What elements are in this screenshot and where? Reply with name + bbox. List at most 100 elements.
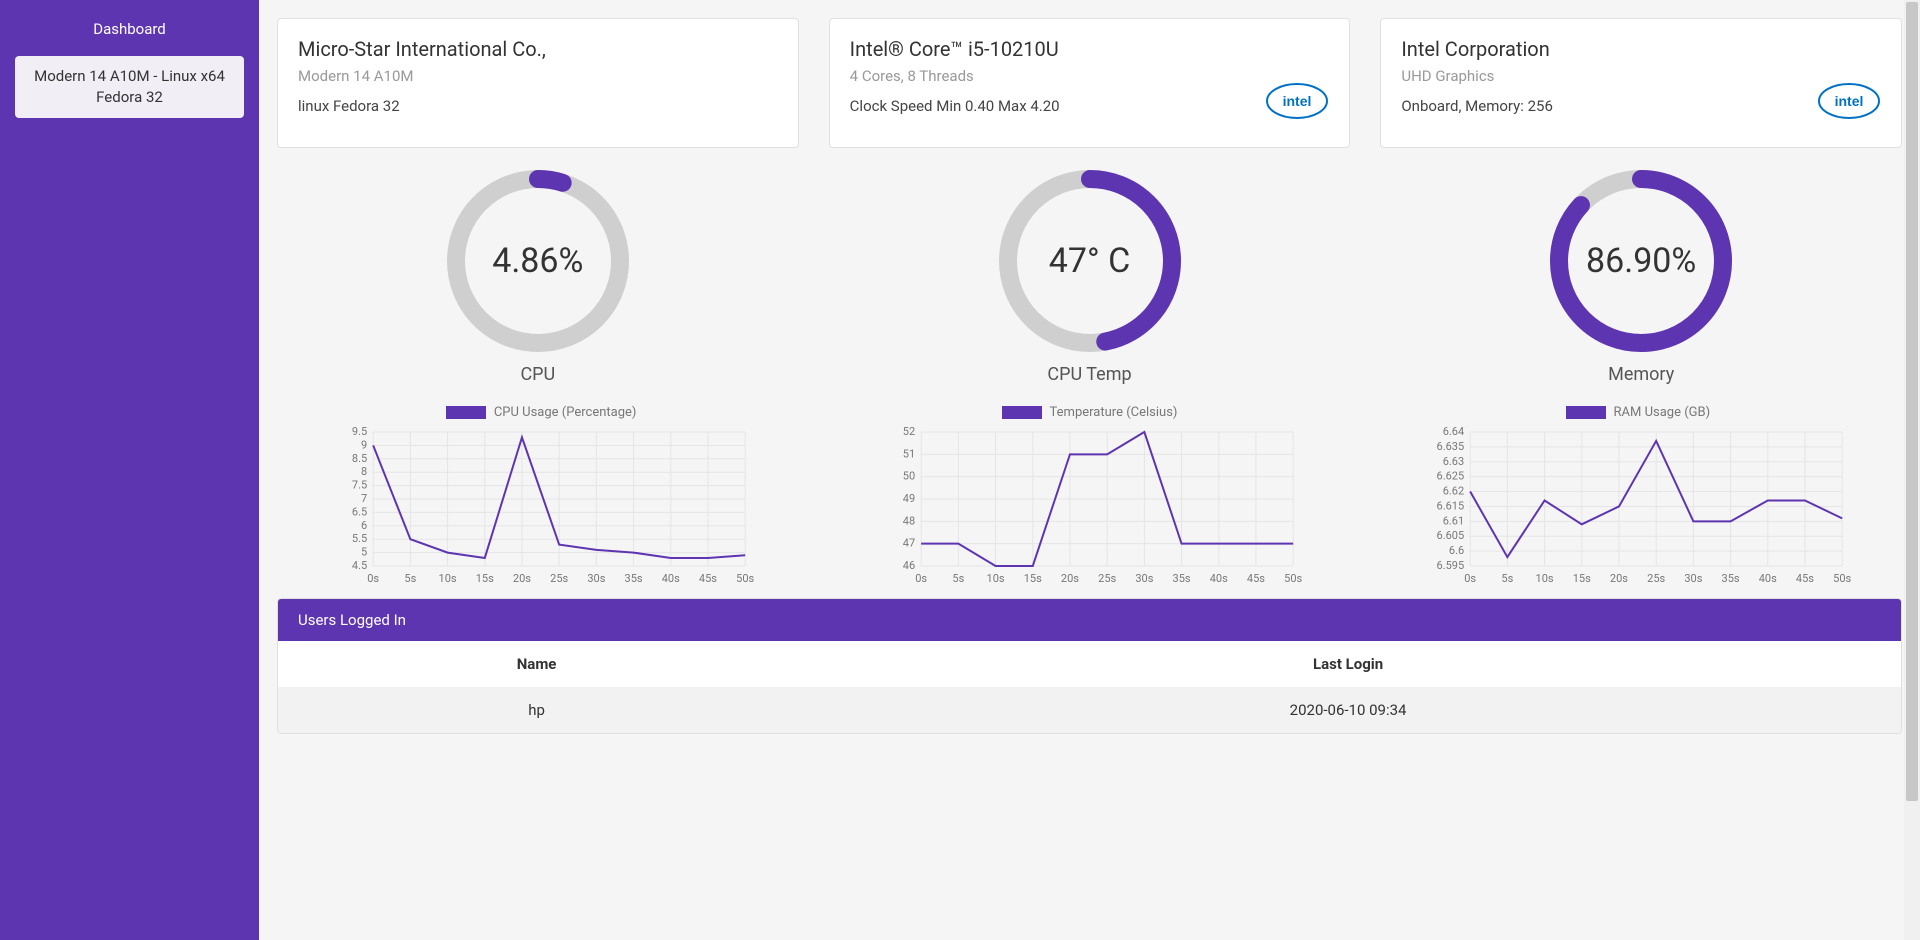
gpu-card-sub: UHD Graphics [1401, 67, 1881, 85]
svg-text:6.595: 6.595 [1436, 559, 1464, 572]
gpu-card-line: Onboard, Memory: 256 [1401, 97, 1881, 115]
svg-text:51: 51 [903, 447, 915, 460]
users-table-header-row: Name Last Login [278, 641, 1901, 687]
svg-text:40s: 40s [1758, 572, 1776, 585]
cpu-usage-legend-label: CPU Usage (Percentage) [494, 405, 637, 420]
scrollbar[interactable] [1904, 0, 1920, 940]
svg-text:40s: 40s [662, 572, 680, 585]
svg-text:25s: 25s [1647, 572, 1665, 585]
cpu-gauge: 4.86% CPU [277, 166, 799, 385]
user-name-cell: hp [278, 687, 795, 733]
legend-color-icon [1566, 406, 1606, 419]
ram-usage-legend: RAM Usage (GB) [1374, 405, 1902, 420]
temperature-legend: Temperature (Celsius) [825, 405, 1353, 420]
svg-text:20s: 20s [1610, 572, 1628, 585]
svg-text:46: 46 [903, 559, 915, 572]
memory-gauge-label: Memory [1608, 364, 1674, 385]
sidebar-title: Dashboard [15, 10, 244, 56]
sidebar: Dashboard Modern 14 A10M - Linux x64 Fed… [0, 0, 259, 940]
svg-text:8: 8 [361, 465, 367, 478]
scrollbar-thumb[interactable] [1906, 2, 1918, 801]
svg-text:49: 49 [903, 492, 915, 505]
svg-text:20s: 20s [1061, 572, 1079, 585]
svg-text:50s: 50s [736, 572, 754, 585]
user-lastlogin-cell: 2020-06-10 09:34 [795, 687, 1901, 733]
cpu-card-sub: 4 Cores, 8 Threads [850, 67, 1330, 85]
svg-text:35s: 35s [625, 572, 643, 585]
svg-text:9: 9 [361, 438, 367, 451]
svg-text:6.63: 6.63 [1442, 455, 1463, 468]
system-card: Micro-Star International Co., Modern 14 … [277, 18, 799, 148]
cpu-card-line: Clock Speed Min 0.40 Max 4.20 [850, 97, 1330, 115]
svg-text:52: 52 [903, 426, 915, 438]
users-panel-header: Users Logged In [278, 599, 1901, 641]
cpu-usage-chart: CPU Usage (Percentage) 4.555.566.577.588… [277, 405, 805, 586]
users-col-lastlogin: Last Login [795, 641, 1901, 687]
svg-text:4.5: 4.5 [352, 559, 367, 572]
svg-text:6.6: 6.6 [1449, 544, 1464, 557]
table-row: hp 2020-06-10 09:34 [278, 687, 1901, 733]
svg-text:6.64: 6.64 [1442, 426, 1463, 438]
svg-text:5s: 5s [953, 572, 965, 585]
intel-logo-icon: intel [1817, 79, 1881, 127]
svg-text:35s: 35s [1721, 572, 1739, 585]
svg-text:48: 48 [903, 514, 915, 527]
svg-text:15s: 15s [1572, 572, 1590, 585]
svg-text:7.5: 7.5 [352, 479, 367, 492]
temp-gauge-value: 47° C [995, 166, 1185, 356]
svg-text:5s: 5s [404, 572, 416, 585]
svg-text:6.61: 6.61 [1442, 514, 1463, 527]
cpu-card: Intel® Core™ i5-10210U 4 Cores, 8 Thread… [829, 18, 1351, 148]
svg-text:0s: 0s [1464, 572, 1476, 585]
cpu-gauge-ring: 4.86% [443, 166, 633, 356]
svg-text:30s: 30s [587, 572, 605, 585]
sidebar-item-system[interactable]: Modern 14 A10M - Linux x64 Fedora 32 [15, 56, 244, 118]
svg-text:45s: 45s [1796, 572, 1814, 585]
linecharts-row: CPU Usage (Percentage) 4.555.566.577.588… [277, 405, 1902, 586]
temperature-chart: Temperature (Celsius) 46 47 48 49 50 51 52 0s 5s… [825, 405, 1353, 586]
svg-text:45s: 45s [699, 572, 717, 585]
memory-gauge-value: 86.90% [1546, 166, 1736, 356]
svg-text:5: 5 [361, 546, 367, 559]
ram-usage-legend-label: RAM Usage (GB) [1614, 405, 1711, 420]
svg-text:25s: 25s [1098, 572, 1116, 585]
svg-text:7: 7 [361, 492, 367, 505]
svg-text:5s: 5s [1501, 572, 1513, 585]
system-card-title: Micro-Star International Co., [298, 37, 778, 61]
svg-text:50: 50 [903, 470, 915, 483]
temp-gauge-ring: 47° C [995, 166, 1185, 356]
svg-text:8.5: 8.5 [352, 452, 367, 465]
gpu-card-title: Intel Corporation [1401, 37, 1881, 61]
svg-text:6.625: 6.625 [1436, 470, 1464, 483]
memory-gauge-ring: 86.90% [1546, 166, 1736, 356]
cpu-gauge-value: 4.86% [443, 166, 633, 356]
svg-text:0s: 0s [916, 572, 928, 585]
memory-gauge: 86.90% Memory [1380, 166, 1902, 385]
users-col-name: Name [278, 641, 795, 687]
svg-text:47: 47 [903, 537, 915, 550]
svg-text:intel: intel [1283, 93, 1312, 109]
temp-gauge: 47° C CPU Temp [829, 166, 1351, 385]
svg-text:6.615: 6.615 [1436, 499, 1464, 512]
gauges-row: 4.86% CPU 47° C CPU Temp [277, 166, 1902, 385]
gpu-card: Intel Corporation UHD Graphics Onboard, … [1380, 18, 1902, 148]
svg-text:50s: 50s [1284, 572, 1302, 585]
svg-text:15s: 15s [1024, 572, 1042, 585]
users-table: Name Last Login hp 2020-06-10 09:34 [278, 641, 1901, 733]
svg-text:6.5: 6.5 [352, 505, 367, 518]
svg-text:9.5: 9.5 [352, 426, 367, 438]
info-cards-row: Micro-Star International Co., Modern 14 … [277, 18, 1902, 148]
cpu-usage-legend: CPU Usage (Percentage) [277, 405, 805, 420]
users-panel: Users Logged In Name Last Login hp 2020-… [277, 598, 1902, 734]
svg-text:30s: 30s [1136, 572, 1154, 585]
legend-color-icon [1002, 406, 1042, 419]
svg-text:6.635: 6.635 [1436, 440, 1464, 453]
svg-text:45s: 45s [1247, 572, 1265, 585]
legend-color-icon [446, 406, 486, 419]
svg-text:35s: 35s [1173, 572, 1191, 585]
ram-usage-chart: RAM Usage (GB) 6.5956.66.6056.616.6156.6… [1374, 405, 1902, 586]
intel-logo-icon: intel [1265, 79, 1329, 127]
svg-text:30s: 30s [1684, 572, 1702, 585]
svg-text:15s: 15s [476, 572, 494, 585]
system-card-sub: Modern 14 A10M [298, 67, 778, 85]
